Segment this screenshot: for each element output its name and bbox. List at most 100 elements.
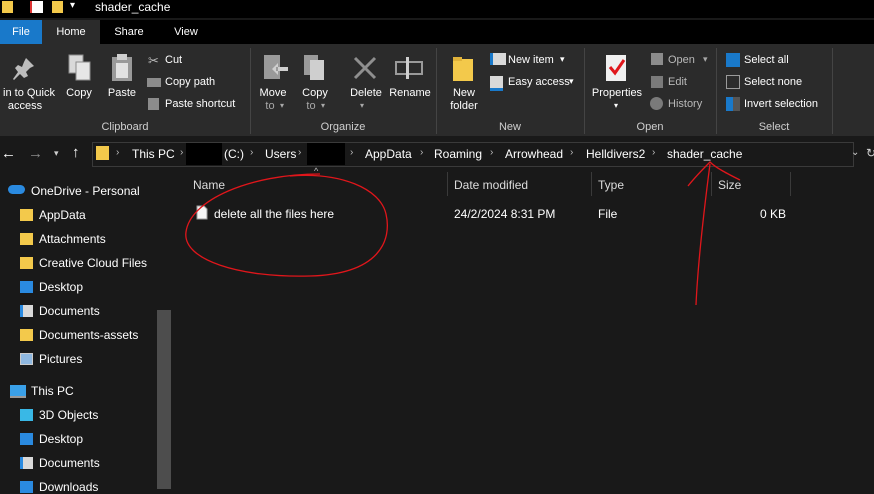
chevron-down-icon[interactable]: ▾ (560, 54, 565, 65)
new-folder-icon[interactable] (52, 1, 63, 13)
chevron-right-icon[interactable]: › (570, 147, 573, 158)
history-button[interactable]: History (668, 98, 702, 110)
address-dropdown-icon[interactable]: ⌄ (851, 147, 859, 158)
window-title: shader_cache (95, 0, 171, 14)
back-arrow-icon[interactable]: ← (1, 145, 16, 162)
nav-item-pc-desktop[interactable]: Desktop (39, 432, 83, 446)
nav-item-documents-assets[interactable]: Documents-assets (39, 328, 138, 342)
edit-icon[interactable] (651, 76, 663, 88)
recent-locations-icon[interactable]: ▾ (54, 148, 59, 159)
chevron-down-icon[interactable]: ▾ (614, 101, 618, 110)
nav-item-documents[interactable]: Documents (39, 304, 100, 318)
copy-path-icon[interactable] (147, 78, 161, 87)
delete-button[interactable]: Delete (346, 87, 386, 100)
tab-share[interactable]: Share (100, 20, 158, 44)
new-folder-button[interactable]: New (448, 87, 480, 100)
desktop-icon (20, 433, 33, 445)
rename-icon[interactable] (394, 56, 424, 80)
nav-this-pc[interactable]: This PC (31, 384, 74, 398)
paste-shortcut-button[interactable]: Paste shortcut (165, 98, 235, 110)
chevron-right-icon[interactable]: › (420, 147, 423, 158)
select-all-icon[interactable] (726, 53, 740, 67)
nav-item-pictures[interactable]: Pictures (39, 352, 82, 366)
move-to-icon[interactable] (262, 53, 290, 83)
properties-button[interactable]: Properties (588, 87, 646, 100)
history-icon[interactable] (650, 97, 663, 110)
new-item-button[interactable]: New item (508, 54, 554, 66)
properties-icon[interactable] (604, 53, 630, 83)
nav-item-pc-documents[interactable]: Documents (39, 456, 100, 470)
nav-item-3d-objects[interactable]: 3D Objects (39, 408, 98, 422)
breadcrumb-roaming[interactable]: Roaming (434, 147, 482, 161)
documents-icon (20, 305, 33, 317)
breadcrumb-appdata[interactable]: AppData (365, 147, 412, 161)
new-folder-icon[interactable] (452, 55, 476, 83)
chevron-down-icon[interactable]: ▾ (321, 101, 325, 110)
desktop-icon (20, 281, 33, 293)
breadcrumb-arrowhead[interactable]: Arrowhead (505, 147, 563, 161)
chevron-right-icon[interactable]: › (298, 147, 301, 158)
breadcrumb-this-pc[interactable]: This PC (132, 147, 175, 161)
copy-button[interactable]: Copy (62, 87, 96, 100)
copy-to-button-line2[interactable]: to (303, 100, 319, 113)
up-arrow-icon[interactable]: ↑ (72, 144, 80, 161)
chevron-down-icon[interactable]: ▾ (703, 54, 708, 65)
chevron-down-icon[interactable]: ▾ (569, 76, 574, 87)
breadcrumb-shader-cache[interactable]: shader_cache (667, 147, 742, 161)
nav-item-desktop[interactable]: Desktop (39, 280, 83, 294)
cut-button[interactable]: Cut (165, 54, 182, 66)
nav-item-attachments[interactable]: Attachments (39, 232, 106, 246)
easy-access-icon[interactable] (490, 76, 503, 91)
tab-home[interactable]: Home (42, 20, 100, 44)
copy-icon[interactable] (67, 53, 93, 83)
paste-button[interactable]: Paste (104, 87, 140, 100)
invert-selection-button[interactable]: Invert selection (744, 98, 818, 110)
delete-icon[interactable] (352, 55, 378, 81)
rename-button[interactable]: Rename (388, 87, 432, 100)
new-folder-button-line2[interactable]: folder (446, 100, 482, 113)
copy-to-icon[interactable] (302, 53, 330, 83)
move-to-button-line2[interactable]: to (262, 100, 278, 113)
properties-icon[interactable] (30, 1, 43, 13)
select-all-button[interactable]: Select all (744, 54, 789, 66)
pin-quick-access-label-2[interactable]: access (0, 100, 50, 113)
annotation-arrow-head (687, 161, 741, 187)
select-none-icon[interactable] (726, 75, 740, 89)
new-item-icon[interactable] (490, 53, 506, 65)
nav-item-creative-cloud-files[interactable]: Creative Cloud Files (39, 256, 147, 270)
customize-quick-access-icon[interactable]: ▾ (70, 0, 75, 11)
move-to-button[interactable]: Move (256, 87, 290, 100)
breadcrumb-drive-c[interactable]: (C:) (224, 147, 244, 161)
nav-item-downloads[interactable]: Downloads (39, 480, 98, 494)
chevron-right-icon[interactable]: › (350, 147, 353, 158)
tab-file[interactable]: File (0, 20, 42, 44)
easy-access-button[interactable]: Easy access (508, 76, 570, 88)
paste-icon[interactable] (110, 53, 134, 83)
chevron-right-icon[interactable]: › (250, 147, 253, 158)
refresh-icon[interactable]: ↻ (866, 146, 874, 160)
paste-shortcut-icon[interactable] (148, 98, 159, 110)
open-button[interactable]: Open (668, 54, 695, 66)
cut-icon[interactable]: ✂ (148, 53, 159, 69)
chevron-right-icon[interactable]: › (490, 147, 493, 158)
tab-view[interactable]: View (158, 20, 214, 44)
chevron-right-icon[interactable]: › (652, 147, 655, 158)
select-none-button[interactable]: Select none (744, 76, 802, 88)
copy-to-button[interactable]: Copy (296, 87, 334, 100)
edit-button[interactable]: Edit (668, 76, 687, 88)
chevron-right-icon[interactable]: › (116, 147, 119, 158)
pin-icon[interactable] (12, 56, 36, 82)
chevron-right-icon[interactable]: › (180, 147, 183, 158)
open-icon[interactable] (651, 53, 663, 65)
copy-path-button[interactable]: Copy path (165, 76, 215, 88)
nav-scrollbar-thumb[interactable] (157, 310, 171, 489)
nav-onedrive[interactable]: OneDrive - Personal (31, 184, 140, 198)
forward-arrow-icon[interactable]: → (28, 145, 43, 162)
chevron-down-icon[interactable]: ▾ (280, 101, 284, 110)
breadcrumb-helldivers2[interactable]: Helldivers2 (586, 147, 645, 161)
nav-item-appdata[interactable]: AppData (39, 208, 86, 222)
breadcrumb-users[interactable]: Users (265, 147, 296, 161)
chevron-down-icon[interactable]: ▾ (360, 101, 364, 110)
pin-quick-access-label-1[interactable]: in to Quick (0, 87, 58, 100)
invert-selection-icon[interactable] (726, 97, 740, 111)
